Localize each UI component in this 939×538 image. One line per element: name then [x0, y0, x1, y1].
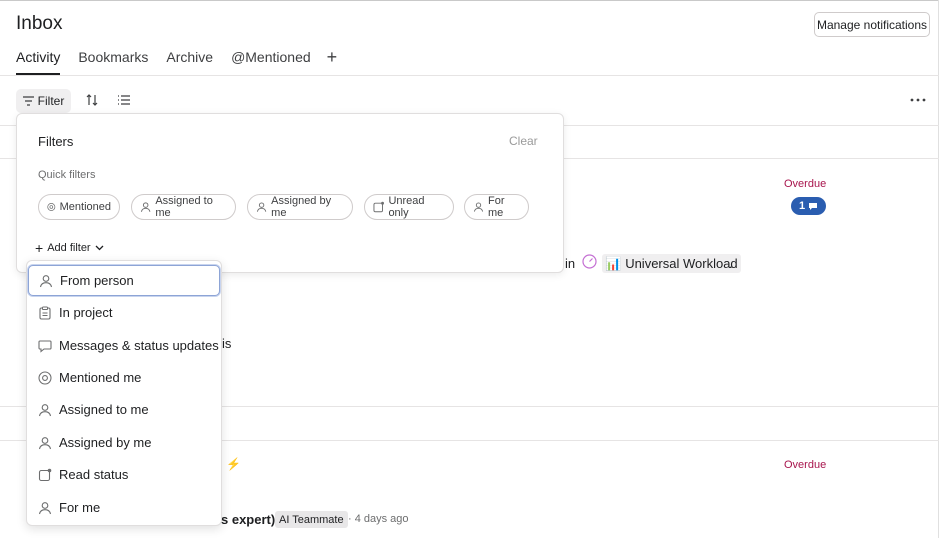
menu-item-in-project[interactable]: In project — [28, 297, 220, 328]
menu-item-label: Messages & status updates — [59, 338, 219, 353]
add-filter-label: Add filter — [47, 242, 91, 254]
person-icon — [38, 501, 52, 514]
add-filter-menu: From person In project Messages & status… — [26, 260, 222, 526]
unread-icon — [373, 201, 384, 213]
quick-filter-assigned-to-me[interactable]: Assigned to me — [131, 194, 236, 220]
person-icon — [256, 202, 267, 212]
ai-teammate-badge: AI Teammate — [275, 511, 348, 528]
speech-bubble-icon — [38, 339, 52, 353]
overdue-label: Overdue — [784, 459, 827, 471]
menu-item-messages-status-updates[interactable]: Messages & status updates — [28, 330, 220, 361]
menu-item-mentioned-me[interactable]: Mentioned me — [28, 362, 220, 393]
filter-button[interactable]: Filter — [16, 89, 71, 113]
tab-activity[interactable]: Activity — [16, 49, 61, 75]
tab-mentioned[interactable]: @Mentioned — [231, 49, 311, 75]
clipboard-icon — [39, 306, 51, 320]
top-border — [0, 0, 939, 1]
tab-archive[interactable]: Archive — [166, 49, 213, 75]
person-icon — [473, 202, 484, 212]
person-icon — [38, 403, 52, 416]
menu-item-label: Read status — [59, 467, 129, 482]
comment-count-badge[interactable]: 1 — [791, 197, 826, 215]
tabs-divider — [0, 75, 939, 76]
plus-icon: + — [35, 240, 44, 256]
overdue-label: Overdue — [784, 178, 827, 190]
person-icon — [140, 202, 151, 212]
project-chip[interactable]: 📊 Universal Workload — [602, 254, 741, 273]
tab-bookmarks[interactable]: Bookmarks — [78, 49, 148, 75]
unread-icon — [38, 468, 52, 481]
quick-filter-unread-only[interactable]: Unread only — [364, 194, 454, 220]
list-view-icon[interactable] — [116, 92, 132, 108]
at-icon — [47, 203, 56, 211]
menu-item-assigned-by-me[interactable]: Assigned by me — [28, 427, 220, 458]
menu-item-label: Mentioned me — [59, 370, 142, 385]
menu-item-label: For me — [59, 500, 101, 515]
menu-item-label: In project — [59, 305, 113, 320]
at-icon — [38, 370, 52, 385]
quick-filter-label: Assigned to me — [155, 195, 213, 219]
menu-item-label: From person — [60, 273, 134, 288]
timestamp: · 4 days ago — [348, 513, 409, 525]
quick-filter-label: Unread only — [388, 195, 425, 219]
more-options-icon[interactable] — [909, 92, 927, 108]
quick-filter-label: Mentioned — [59, 201, 111, 213]
menu-item-assigned-to-me[interactable]: Assigned to me — [28, 394, 220, 425]
chart-icon: 📊 — [605, 255, 622, 271]
add-filter-button[interactable]: + Add filter — [28, 235, 111, 261]
quick-filter-label: Assigned by me — [271, 195, 332, 219]
project-name: Universal Workload — [625, 256, 738, 271]
person-icon — [38, 436, 52, 449]
clear-filters-button[interactable]: Clear — [509, 134, 538, 148]
quick-filter-for-me[interactable]: For me — [464, 194, 529, 220]
inline-text: is — [222, 336, 232, 351]
quick-filter-mentioned[interactable]: Mentioned — [38, 194, 120, 220]
sort-icon[interactable] — [84, 92, 100, 108]
inline-text: in — [565, 256, 576, 271]
inbox-tabs: Activity Bookmarks Archive @Mentioned + — [16, 48, 338, 75]
period-text: . — [729, 256, 733, 271]
filters-title: Filters — [38, 134, 74, 149]
menu-item-for-me[interactable]: For me — [28, 492, 220, 523]
author-fragment: s expert) — [221, 512, 276, 527]
add-tab-button[interactable]: + — [327, 48, 338, 66]
quick-filter-label: For me — [488, 195, 505, 219]
chevron-down-icon — [95, 245, 104, 251]
quick-filters-label: Quick filters — [38, 169, 96, 181]
menu-item-from-person[interactable]: From person — [28, 265, 220, 296]
filter-button-label: Filter — [37, 94, 65, 108]
person-icon — [39, 274, 53, 287]
menu-item-label: Assigned to me — [59, 402, 149, 417]
quick-filter-assigned-by-me[interactable]: Assigned by me — [247, 194, 353, 220]
speech-bubble-icon — [809, 202, 818, 210]
manage-notifications-button[interactable]: Manage notifications — [814, 12, 930, 37]
menu-item-label: Assigned by me — [59, 435, 152, 450]
emoji-fragment: ⚡ — [226, 457, 241, 471]
gauge-icon — [582, 254, 597, 269]
menu-item-read-status[interactable]: Read status — [28, 459, 220, 490]
filter-icon — [22, 96, 34, 106]
filters-panel: Filters Clear Quick filters Mentioned As… — [16, 113, 564, 273]
comment-count: 1 — [798, 200, 806, 212]
page-title: Inbox — [16, 13, 63, 34]
